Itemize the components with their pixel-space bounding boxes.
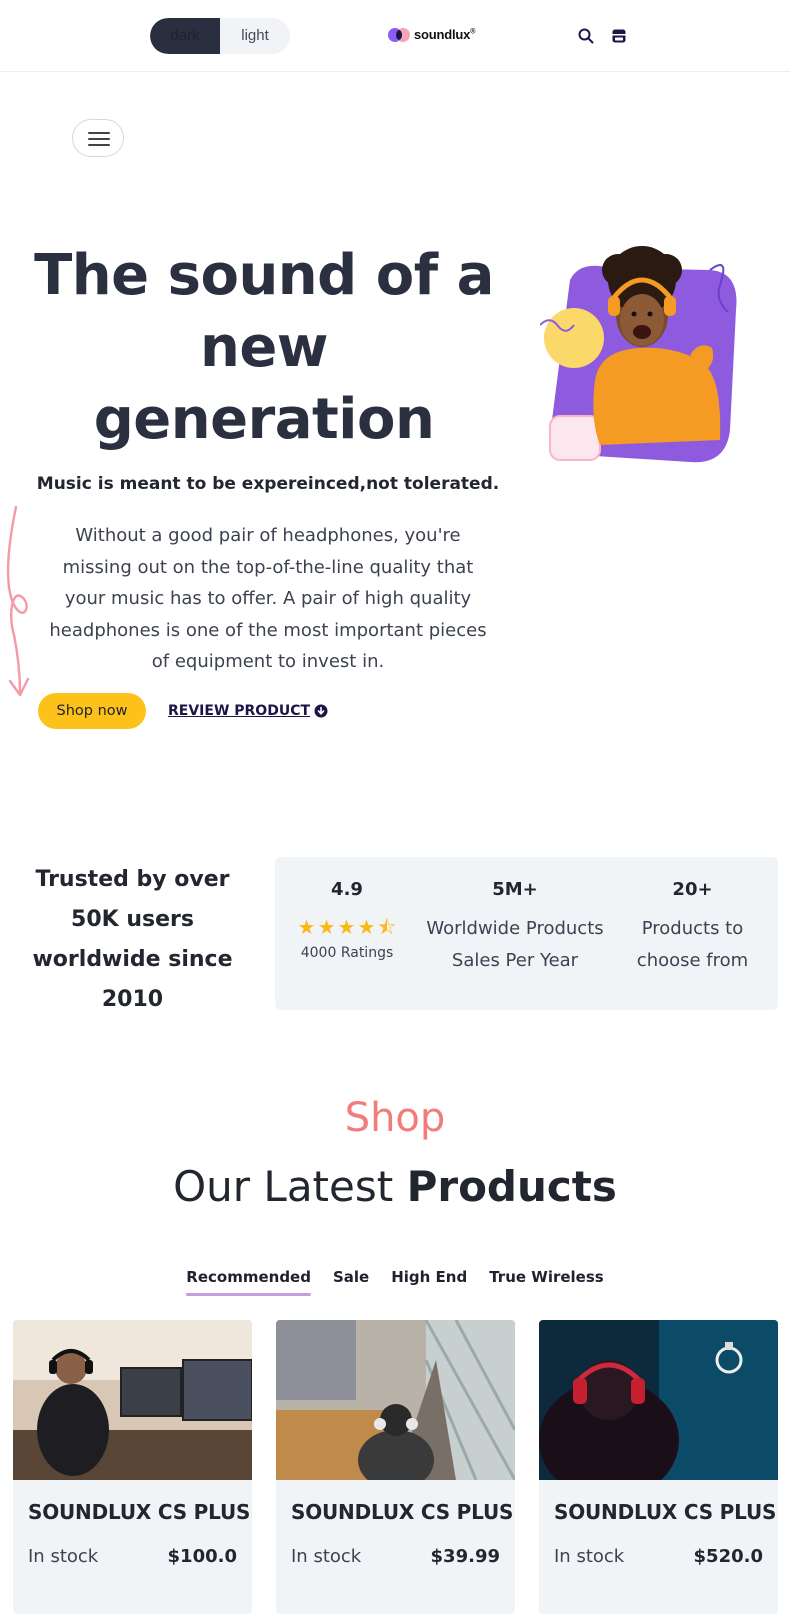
shop-heading-bold: Products bbox=[406, 1162, 617, 1211]
stat-sales: 5M+ Worldwide Products Sales Per Year bbox=[425, 875, 605, 977]
half-star-icon: ⯪ bbox=[377, 915, 397, 939]
review-product-label: REVIEW PRODUCT bbox=[168, 703, 311, 719]
site-header: dark light soundlux® bbox=[0, 0, 790, 72]
stat-sales-label: Worldwide Products Sales Per Year bbox=[426, 918, 604, 971]
star-icon: ★ bbox=[337, 915, 356, 939]
stat-products-value: 20+ bbox=[672, 879, 713, 900]
shop-eyebrow: Shop bbox=[344, 1095, 446, 1141]
tab-high-end[interactable]: High End bbox=[391, 1268, 467, 1296]
theme-toggle[interactable]: dark light bbox=[150, 18, 290, 54]
store-icon[interactable] bbox=[609, 26, 629, 46]
menu-line bbox=[88, 132, 110, 134]
product-stock: In stock bbox=[291, 1546, 362, 1567]
product-stock: In stock bbox=[554, 1546, 625, 1567]
product-card[interactable]: SOUNDLUX CS PLUS In stock $520.0 bbox=[539, 1320, 778, 1614]
site-logo[interactable]: soundlux® bbox=[388, 27, 475, 42]
product-card[interactable]: SOUNDLUX CS PLUS In stock $100.0 bbox=[13, 1320, 252, 1614]
rating-stars: ★ ★ ★ ★ ⯪ bbox=[287, 917, 407, 937]
product-price: $100.0 bbox=[167, 1546, 237, 1567]
product-price: $520.0 bbox=[693, 1546, 763, 1567]
theme-light-option[interactable]: light bbox=[220, 18, 290, 54]
stat-rating-value: 4.9 bbox=[331, 879, 363, 900]
star-icon: ★ bbox=[357, 915, 376, 939]
stat-rating: 4.9 ★ ★ ★ ★ ⯪ 4000 Ratings bbox=[287, 875, 407, 961]
hero-subtitle: Music is meant to be expereinced,not tol… bbox=[36, 474, 500, 494]
product-card[interactable]: SOUNDLUX CS PLUS In stock $39.99 bbox=[276, 1320, 515, 1614]
hero-description: Without a good pair of headphones, you'r… bbox=[49, 525, 487, 672]
product-grid: SOUNDLUX CS PLUS In stock $100.0 SOUNDLU… bbox=[13, 1320, 778, 1614]
product-image-man-on-bridge bbox=[276, 1320, 515, 1490]
product-image-person-in-neon-light bbox=[539, 1320, 778, 1500]
tab-recommended[interactable]: Recommended bbox=[186, 1268, 311, 1296]
product-stock: In stock bbox=[28, 1546, 99, 1567]
menu-line bbox=[88, 144, 110, 146]
decorative-arrow-icon bbox=[6, 505, 30, 697]
trusted-by-text: Trusted by over 50K users worldwide sinc… bbox=[32, 867, 233, 1012]
stat-products: 20+ Products to choose from bbox=[620, 875, 765, 977]
stats-panel: 4.9 ★ ★ ★ ★ ⯪ 4000 Ratings 5M+ Worldwide… bbox=[275, 857, 778, 1010]
tab-sale[interactable]: Sale bbox=[333, 1268, 369, 1296]
stat-ratings-count: 4000 Ratings bbox=[300, 945, 394, 961]
hamburger-menu-button[interactable] bbox=[72, 119, 124, 157]
product-name: SOUNDLUX CS PLUS bbox=[28, 1500, 251, 1524]
review-product-link[interactable]: REVIEW PRODUCT bbox=[168, 703, 328, 719]
arrow-down-circle-icon bbox=[314, 704, 328, 718]
shop-heading-regular: Our Latest bbox=[173, 1162, 407, 1211]
product-image-man-at-desk bbox=[13, 1320, 252, 1480]
stat-products-label: Products to choose from bbox=[636, 918, 749, 971]
logo-mark-icon bbox=[388, 27, 410, 42]
hero-woman-headphones-image bbox=[540, 246, 737, 463]
shop-now-button[interactable]: Shop now bbox=[38, 693, 146, 729]
theme-dark-option[interactable]: dark bbox=[150, 18, 220, 54]
shop-heading: Our Latest Products bbox=[0, 1162, 790, 1211]
star-icon: ★ bbox=[317, 915, 336, 939]
menu-line bbox=[88, 138, 110, 140]
stat-sales-value: 5M+ bbox=[492, 879, 538, 900]
product-name: SOUNDLUX CS PLUS bbox=[554, 1500, 777, 1524]
logo-text: soundlux® bbox=[414, 27, 476, 42]
hero-title: The sound of a new generation bbox=[34, 243, 494, 452]
tab-true-wireless[interactable]: True Wireless bbox=[489, 1268, 604, 1296]
product-name: SOUNDLUX CS PLUS bbox=[291, 1500, 514, 1524]
product-tabs: Recommended Sale High End True Wireless bbox=[0, 1268, 790, 1296]
star-icon: ★ bbox=[297, 915, 316, 939]
search-icon[interactable] bbox=[576, 26, 596, 46]
product-price: $39.99 bbox=[430, 1546, 500, 1567]
